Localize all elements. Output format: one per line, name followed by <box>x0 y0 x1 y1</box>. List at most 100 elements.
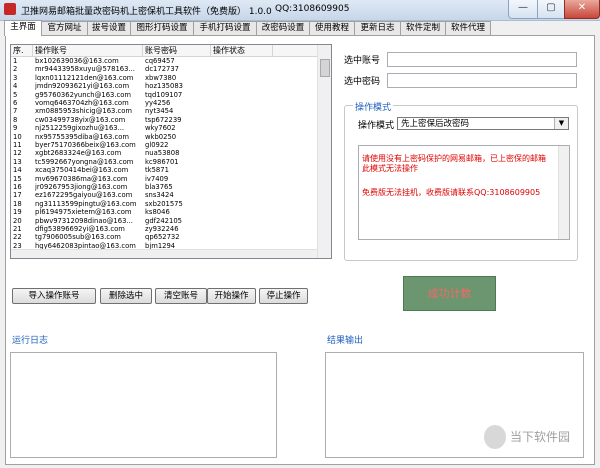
close-button[interactable]: ✕ <box>564 0 600 19</box>
cell-index: 9 <box>13 124 18 133</box>
table-row[interactable]: 18 ng31113599pingtu@163.com sxb201575 <box>11 200 317 208</box>
column-header-index[interactable]: 序. <box>11 45 33 56</box>
account-table[interactable]: 序. 操作账号 账号密码 操作状态 1 bx102639036@163.com cq… <box>10 44 332 259</box>
cell-index: 8 <box>13 115 18 124</box>
cell-password: hoz135083 <box>145 82 183 91</box>
table-row[interactable]: 5 g95760362yunch@163.com tqd109107 <box>11 91 317 99</box>
table-row[interactable]: 19 pl6194975xietem@163.com ks8046 <box>11 208 317 216</box>
maximize-button[interactable]: ▢ <box>537 0 565 19</box>
table-row[interactable]: 17 ez1672295gaiyou@163.com sns3424 <box>11 191 317 199</box>
table-row[interactable]: 6 vomq6463704zh@163.com yy4256 <box>11 99 317 107</box>
stop-button[interactable]: 停止操作 <box>259 288 308 304</box>
delete-selected-button[interactable]: 删除选中 <box>100 288 152 304</box>
cell-password: gdf242105 <box>145 216 182 225</box>
cell-index: 15 <box>13 174 22 183</box>
cell-index: 17 <box>13 191 22 200</box>
table-row[interactable]: 22 tg7906005sub@163.com qp652732 <box>11 233 317 241</box>
qq-contact: QQ:3108609905 <box>275 4 350 14</box>
column-header-account[interactable]: 操作账号 <box>33 45 143 56</box>
tab-tutorial[interactable]: 使用教程 <box>309 21 355 35</box>
cell-account: xgbt2683324e@163.com <box>35 149 122 158</box>
tab-custom[interactable]: 软件定制 <box>400 21 446 35</box>
tab-captcha[interactable]: 图形打码设置 <box>130 21 194 35</box>
cell-password: xbw7380 <box>145 73 177 82</box>
column-header-status[interactable]: 操作状态 <box>211 45 273 56</box>
tab-website[interactable]: 官方网址 <box>41 21 88 35</box>
notice-line-2: 免费版无法挂机，收费版请联系QQ:3108609905 <box>362 188 541 197</box>
cell-password: ks8046 <box>145 208 170 217</box>
table-vertical-scrollbar[interactable] <box>317 45 331 258</box>
cell-index: 4 <box>13 82 18 91</box>
result-output-title: 结果输出 <box>327 336 364 346</box>
table-row[interactable]: 3 lqxn01112121den@163.com xbw7380 <box>11 74 317 82</box>
cell-password: dc172737 <box>145 65 179 74</box>
table-row[interactable]: 20 pbwv97312098dinao@163... gdf242105 <box>11 217 317 225</box>
cell-index: 14 <box>13 166 22 175</box>
notice-scrollbar[interactable] <box>558 146 569 239</box>
minimize-button[interactable]: — <box>508 0 538 19</box>
cell-account: lqxn01112121den@163.com <box>35 73 134 82</box>
cell-index: 13 <box>13 157 22 166</box>
table-row[interactable]: 14 xcaq3750414bei@163.com tk5871 <box>11 166 317 174</box>
clear-accounts-button[interactable]: 清空账号 <box>155 288 207 304</box>
cell-index: 19 <box>13 208 22 217</box>
table-row[interactable]: 13 tc5992667yongna@163.com kc986701 <box>11 158 317 166</box>
cell-password: sxb201575 <box>145 199 183 208</box>
cell-account: jr09267953jiong@163.com <box>35 183 128 191</box>
run-log-area[interactable] <box>10 352 277 458</box>
cell-account: xcaq3750414bei@163.com <box>35 166 129 175</box>
cell-password: wky7602 <box>145 124 176 133</box>
table-horizontal-scrollbar[interactable] <box>11 249 317 258</box>
tab-changelog[interactable]: 更新日志 <box>354 21 401 35</box>
cell-account: pl6194975xietem@163.com <box>35 208 132 217</box>
table-header: 序. 操作账号 账号密码 操作状态 <box>11 45 317 57</box>
selected-password-field[interactable] <box>387 73 577 88</box>
cell-index: 16 <box>13 183 22 191</box>
operation-mode-select[interactable]: 先上密保后改密码 ▼ <box>397 117 569 130</box>
table-row[interactable]: 21 dfig53896692yi@163.com zy932246 <box>11 225 317 233</box>
notice-line-1: 请使用没有上密码保护的网易邮箱，已上密保的邮箱此模式无法操作 <box>362 154 546 173</box>
cell-password: nyt3454 <box>145 107 174 116</box>
notice-box: 请使用没有上密码保护的网易邮箱，已上密保的邮箱此模式无法操作 免费版无法挂机，收… <box>358 145 570 240</box>
table-row[interactable]: 8 cw03499738yix@163.com tsp672239 <box>11 116 317 124</box>
tab-sms-captcha[interactable]: 手机打码设置 <box>193 21 257 35</box>
operation-mode-label: 操作模式 <box>358 121 395 131</box>
watermark-text: 当下软件园 <box>510 430 571 444</box>
cell-password: sns3424 <box>145 191 174 200</box>
cell-password: nua53808 <box>145 149 180 158</box>
table-row[interactable]: 16 jr09267953jiong@163.com bla3765 <box>11 183 317 191</box>
cell-account: pbwv97312098dinao@163... <box>35 216 133 225</box>
import-accounts-button[interactable]: 导入操作账号 <box>12 288 96 304</box>
table-row[interactable]: 12 xgbt2683324e@163.com nua53808 <box>11 149 317 157</box>
table-row[interactable]: 10 nx95755395diba@163.com wkb0250 <box>11 133 317 141</box>
operation-mode-group-title: 操作模式 <box>353 100 394 113</box>
cell-account: nx95755395diba@163.com <box>35 132 130 141</box>
tab-dialup[interactable]: 拔号设置 <box>87 21 131 35</box>
cell-index: 1 <box>13 57 18 65</box>
cell-account: cw03499738yix@163.com <box>35 115 126 124</box>
table-row[interactable]: 4 jmdn92093621yi@163.com hoz135083 <box>11 82 317 90</box>
chevron-down-icon[interactable]: ▼ <box>554 118 568 129</box>
tab-main[interactable]: 主界面 <box>4 20 42 36</box>
run-log-title: 运行日志 <box>12 336 49 346</box>
table-row[interactable]: 9 nj2512259gixozhu@163... wky7602 <box>11 124 317 132</box>
table-row[interactable]: 15 mv69670386ma@163.com iv7409 <box>11 175 317 183</box>
window-title: 卫推网易邮箱批量改密码机上密保机工具软件（免费版） 1.0.0 <box>21 7 272 17</box>
tab-agent[interactable]: 软件代理 <box>445 21 491 35</box>
cell-index: 5 <box>13 90 18 99</box>
cell-account: tc5992667yongna@163.com <box>35 157 134 166</box>
cell-password: iv7409 <box>145 174 169 183</box>
table-row[interactable]: 1 bx102639036@163.com cq69457 <box>11 57 317 65</box>
table-row[interactable]: 7 xm0885953shicig@163.com nyt3454 <box>11 107 317 115</box>
table-row[interactable]: 2 mr94433958xuyu@578163... dc172737 <box>11 65 317 73</box>
app-icon <box>4 3 16 15</box>
table-row[interactable]: 11 byer75170366beix@163.com gl0922 <box>11 141 317 149</box>
cell-password: tk5871 <box>145 166 169 175</box>
cell-account: mr94433958xuyu@578163... <box>35 65 135 74</box>
start-button[interactable]: 开始操作 <box>207 288 256 304</box>
column-header-password[interactable]: 账号密码 <box>143 45 211 56</box>
cell-account: dfig53896692yi@163.com <box>35 225 125 233</box>
scroll-thumb[interactable] <box>320 59 330 77</box>
selected-account-field[interactable] <box>387 52 577 67</box>
tab-password-settings[interactable]: 改密码设置 <box>256 21 310 35</box>
